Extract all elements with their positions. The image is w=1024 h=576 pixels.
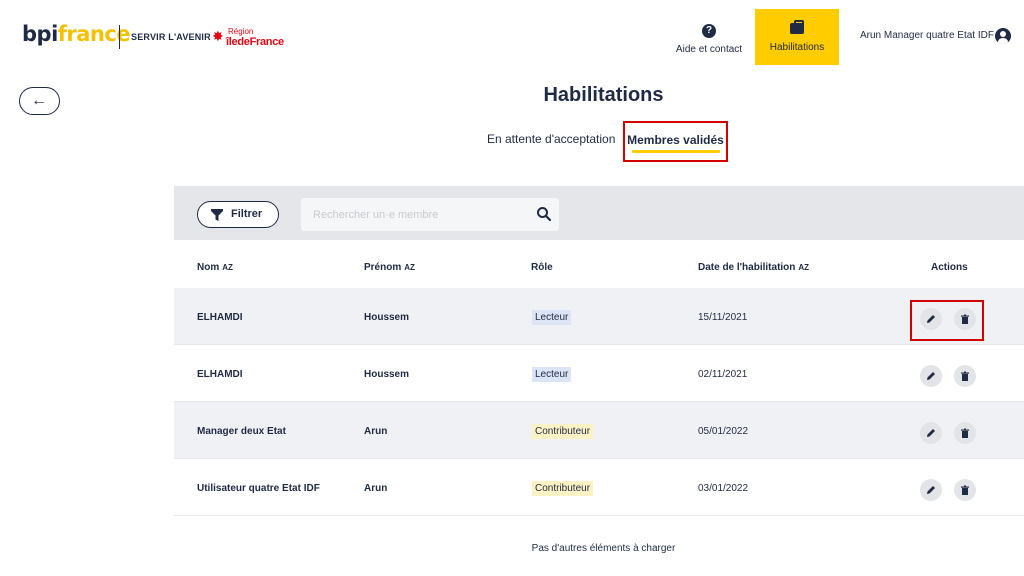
region-star-icon: ✸ [212, 28, 224, 44]
cell-date: 15/11/2021 [698, 312, 748, 323]
question-icon: ? [702, 24, 716, 38]
cell-prenom: Houssem [364, 312, 410, 323]
header: bpifrance SERVIR L'AVENIR ✸ Région îlede… [0, 0, 1024, 72]
help-contact-label: Aide et contact [675, 44, 743, 55]
sort-az-icon: AZ [222, 263, 233, 272]
column-header-prenom[interactable]: Prénom AZ [364, 262, 415, 273]
pencil-icon [927, 429, 935, 437]
column-header-role: Rôle [531, 262, 553, 273]
role-badge: Lecteur [532, 367, 572, 382]
trash-icon [961, 485, 969, 495]
column-nom-label: Nom [197, 262, 220, 273]
filter-label: Filtrer [231, 208, 263, 220]
table-toolbar: Filtrer [174, 186, 1024, 240]
trash-icon [961, 371, 969, 381]
column-header-actions: Actions [931, 262, 968, 273]
tab-pending[interactable]: En attente d'acceptation [487, 132, 615, 146]
role-badge: Contributeur [532, 481, 594, 496]
pencil-icon [927, 486, 935, 494]
delete-button[interactable] [954, 422, 976, 444]
logo-tagline: SERVIR L'AVENIR [131, 32, 211, 42]
sort-az-icon: AZ [798, 263, 810, 272]
table-row: Manager deux Etat Arun Contributeur 05/0… [174, 402, 1024, 459]
column-prenom-label: Prénom [364, 262, 402, 273]
search-icon[interactable] [536, 206, 552, 222]
tab-validated-members[interactable]: Membres validés [623, 121, 728, 162]
cell-nom: Manager deux Etat [197, 426, 286, 437]
column-header-nom[interactable]: Nom AZ [197, 262, 233, 273]
role-badge: Contributeur [532, 424, 594, 439]
delete-button[interactable] [954, 365, 976, 387]
cell-prenom: Arun [364, 426, 388, 437]
delete-button[interactable] [954, 479, 976, 501]
column-date-label: Date de l'habilitation [698, 262, 796, 273]
table-row: Utilisateur quatre Etat IDF Arun Contrib… [174, 459, 1024, 516]
active-tab-underline [632, 150, 720, 153]
habilitations-nav-label: Habilitations [769, 42, 825, 53]
cell-prenom: Houssem [364, 369, 410, 380]
cell-nom: ELHAMDI [197, 369, 243, 380]
tab-validated-label: Membres validés [627, 133, 724, 147]
logo-bpi-text: bpi [22, 22, 58, 46]
cell-date: 03/01/2022 [698, 483, 749, 494]
help-contact-link[interactable]: ? Aide et contact [672, 20, 746, 60]
region-logo-line2: îledeFrance [226, 36, 284, 48]
cell-date: 02/11/2021 [698, 369, 748, 380]
user-name[interactable]: Arun Manager quatre Etat IDF [860, 30, 994, 41]
habilitations-nav-button[interactable]: Habilitations [755, 9, 839, 65]
table-row: ELHAMDI Houssem Lecteur 15/11/2021 [174, 288, 1024, 345]
logo-divider [119, 25, 120, 49]
table-row: ELHAMDI Houssem Lecteur 02/11/2021 [174, 345, 1024, 402]
filter-button[interactable]: Filtrer [197, 201, 279, 228]
cell-nom: Utilisateur quatre Etat IDF [197, 483, 320, 494]
edit-button[interactable] [920, 422, 942, 444]
role-badge: Lecteur [532, 310, 572, 325]
cell-prenom: Arun [364, 483, 388, 494]
cell-nom: ELHAMDI [197, 312, 243, 323]
search-input[interactable] [301, 198, 559, 231]
pencil-icon [927, 372, 935, 380]
account-icon[interactable] [995, 28, 1011, 44]
cell-date: 05/01/2022 [698, 426, 749, 437]
edit-button[interactable] [920, 365, 942, 387]
trash-icon [961, 428, 969, 438]
sort-az-icon: AZ [404, 263, 415, 272]
page-title: Habilitations [543, 84, 664, 106]
edit-button[interactable] [920, 479, 942, 501]
region-logo-line1: Région [228, 27, 254, 36]
bpifrance-logo[interactable]: bpifrance [22, 22, 131, 46]
actions-highlight-box [910, 300, 984, 341]
no-more-items-text: Pas d'autres éléments à charger [531, 543, 676, 554]
column-header-date[interactable]: Date de l'habilitation AZ [698, 262, 809, 273]
briefcase-icon [790, 20, 804, 34]
filter-icon [211, 209, 223, 221]
region-logo: ✸ Région îledeFrance [212, 27, 292, 49]
